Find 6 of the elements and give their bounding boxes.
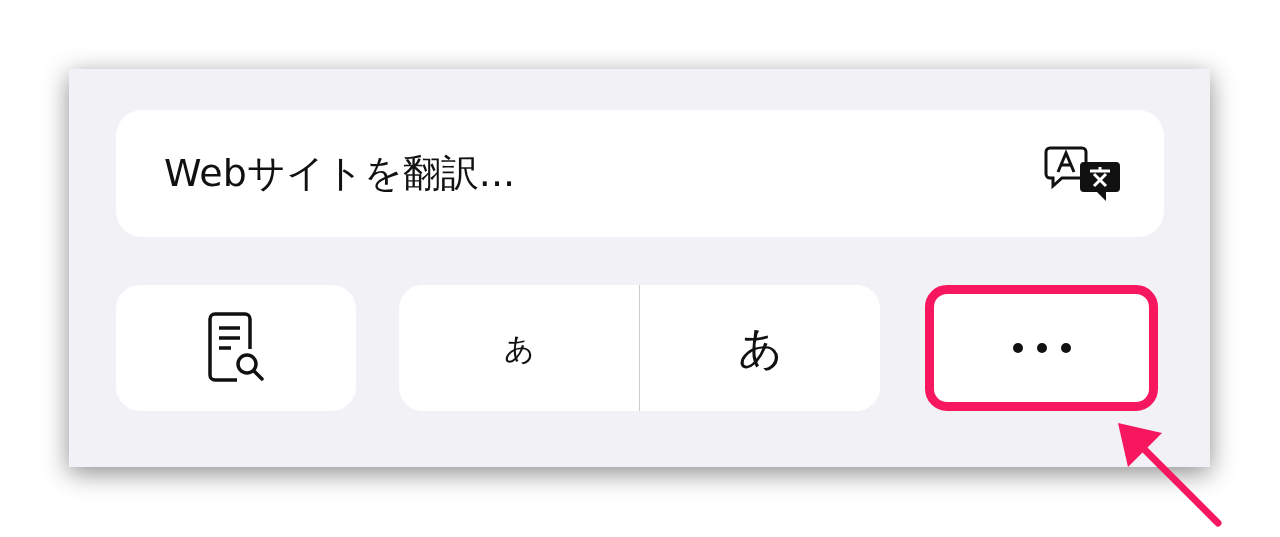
document-search-icon — [207, 312, 265, 384]
translate-icon — [1044, 145, 1122, 202]
translate-button[interactable]: Webサイトを翻訳... — [116, 110, 1164, 237]
more-button[interactable] — [925, 285, 1158, 411]
more-icon — [1011, 342, 1072, 354]
reader-button[interactable] — [116, 285, 356, 411]
